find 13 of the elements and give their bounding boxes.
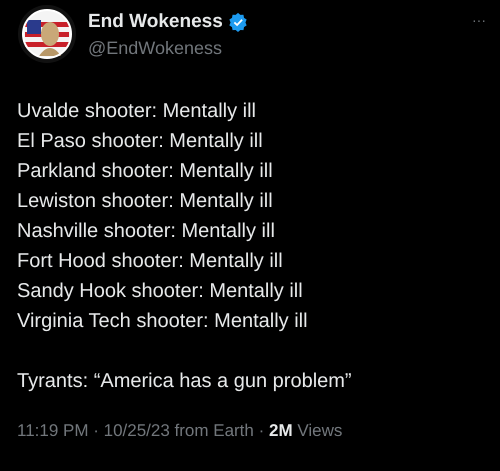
tweet-text-line: Nashville shooter: Mentally ill <box>17 219 276 244</box>
more-button[interactable]: ··· <box>472 12 486 28</box>
tweet-metadata: 11:19 PM · 10/25/23 from Earth · 2M Views <box>17 421 344 441</box>
display-name[interactable]: End Wokeness <box>88 11 223 33</box>
tweet-text-line: Uvalde shooter: Mentally ill <box>17 99 257 124</box>
tweet-text-line: Fort Hood shooter: Mentally ill <box>17 249 284 274</box>
tweet-text-line: Tyrants: “America has a gun problem” <box>17 369 353 394</box>
username[interactable]: @EndWokeness <box>88 38 248 59</box>
tweet-text-line: El Paso shooter: Mentally ill <box>17 129 264 154</box>
tweet-text-line: Sandy Hook shooter: Mentally ill <box>17 279 304 304</box>
tweet-text-line: Virginia Tech shooter: Mentally ill <box>17 309 309 334</box>
tweet-text-line: Lewiston shooter: Mentally ill <box>17 189 274 214</box>
tweet-text-line: Parkland shooter: Mentally ill <box>17 159 274 184</box>
